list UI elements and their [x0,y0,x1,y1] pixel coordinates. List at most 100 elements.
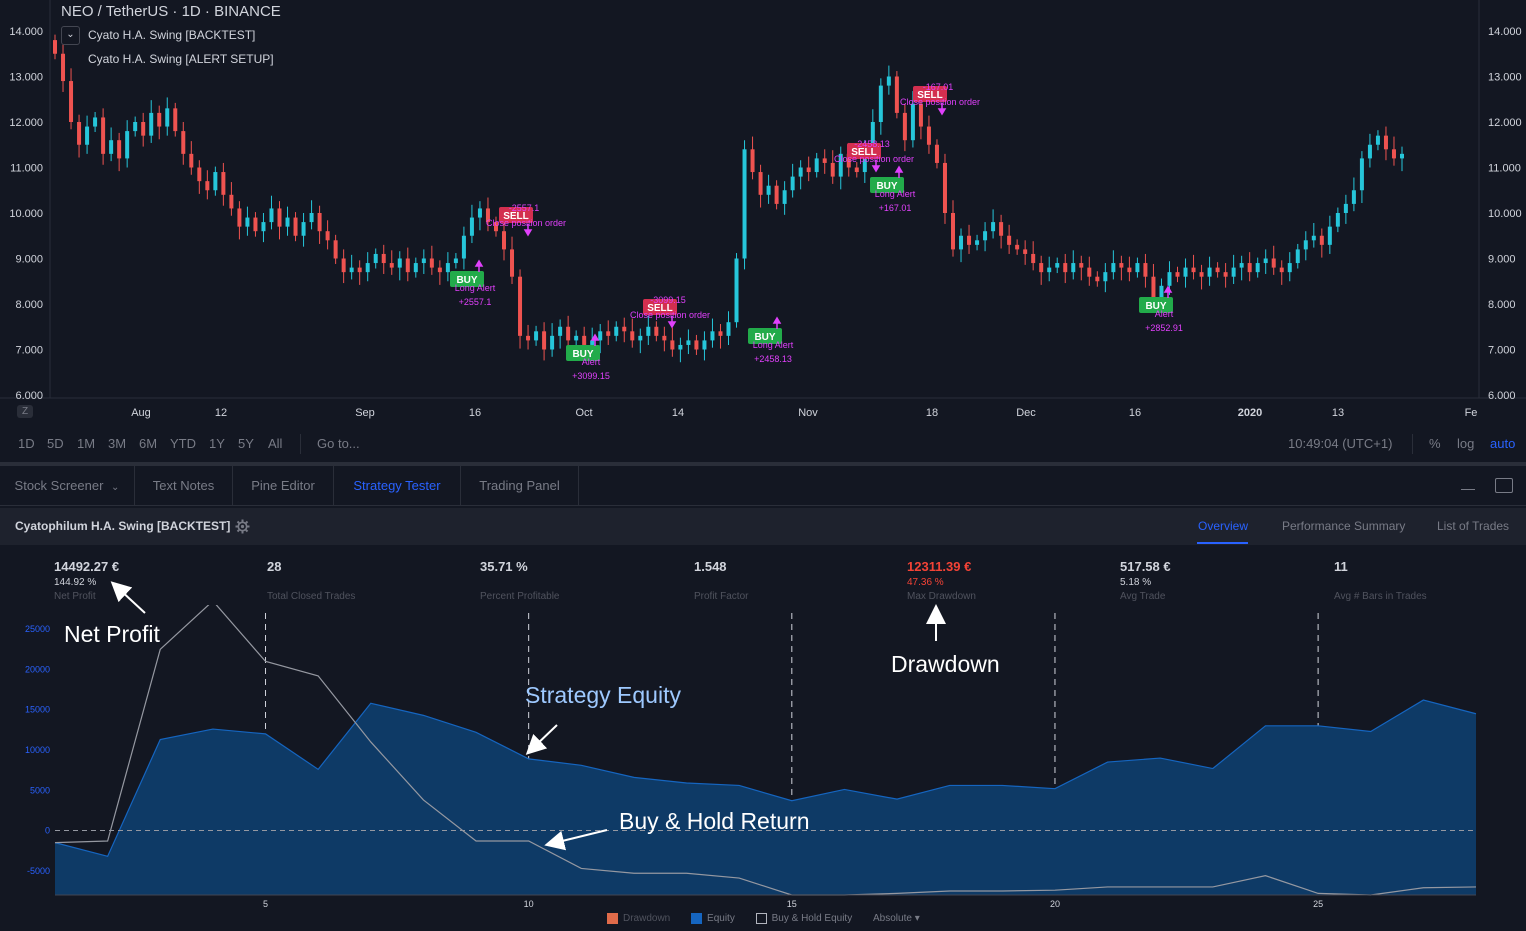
zoom-toggle-button[interactable]: Z [17,405,33,418]
y-tick-label-left: 6.000 [15,390,43,402]
x-tick-label: 18 [926,407,938,419]
stat-percent [1334,577,1427,591]
candle-body [942,162,947,213]
buy-signal: BUYLong Alert+167.01 [870,165,916,213]
chevron-down-icon[interactable]: ⌄ [61,26,80,46]
divider [1412,434,1413,454]
signal-note: Close position order [630,310,710,320]
range-5d[interactable]: 5D [47,436,64,451]
candle-body [357,267,362,273]
candle-body [967,235,972,245]
candle-body [1287,263,1292,273]
signal-value: +2458.13 [754,354,792,364]
candle-body [269,208,274,223]
equity-x-tick-label: 15 [787,899,797,909]
legend-absolute-dropdown[interactable]: Absolute ▾ [873,913,920,924]
gear-icon[interactable] [235,519,250,534]
tab-strategy-tester[interactable]: Strategy Tester [334,466,461,506]
candle-body [894,76,899,113]
legend-drawdown[interactable]: Drawdown [607,913,670,924]
candle-body [77,122,82,145]
legend-label: Equity [707,913,735,925]
active-tab-indicator [1197,542,1248,544]
legend-equity[interactable]: Equity [691,913,735,924]
stat-percent [267,577,355,591]
percent-scale-toggle[interactable]: % [1429,436,1441,451]
range-ytd[interactable]: YTD [170,436,196,451]
goto-date-button[interactable]: Go to... [317,436,360,451]
tab-pine-editor[interactable]: Pine Editor [233,466,334,506]
candle-body [149,112,154,136]
indicator-legend-alert[interactable]: Cyato H.A. Swing [ALERT SETUP] [88,49,274,69]
equity-x-tick-label: 10 [524,899,534,909]
clock-timezone[interactable]: 10:49:04 (UTC+1) [1288,436,1392,451]
candle-body [1263,258,1268,264]
candle-body [999,222,1004,236]
date-range-toolbar: 1D 5D 1M 3M 6M YTD 1Y 5Y All Go to... 10… [0,426,1526,462]
signal-arrow-icon [474,259,484,272]
minimize-icon[interactable] [1461,489,1475,490]
legend-swatch [607,913,618,924]
candle-body [1383,135,1388,150]
candle-body [1183,267,1188,277]
equity-x-tick-label: 5 [263,899,268,909]
candle-body [453,258,458,264]
candle-body [918,103,923,127]
range-all[interactable]: All [268,436,282,451]
signal-note: Long Alert [875,189,916,199]
candle-body [926,126,931,145]
maximize-icon[interactable] [1495,478,1513,493]
tab-list-of-trades[interactable]: List of Trades [1437,519,1509,533]
indicator-legend-backtest[interactable]: ⌄ Cyato H.A. Swing [BACKTEST] [61,25,255,46]
candle-body [1400,153,1404,159]
tab-overview[interactable]: Overview [1198,519,1248,533]
range-1d[interactable]: 1D [18,436,35,451]
y-tick-label-right: 7.000 [1488,345,1516,357]
candle-body [902,112,907,141]
log-scale-toggle[interactable]: log [1457,436,1474,451]
candle-body [1047,267,1052,273]
signal-note: Alert [582,357,601,367]
range-5y[interactable]: 5Y [238,436,254,451]
indicator-label: Cyato H.A. Swing [ALERT SETUP] [88,52,274,66]
candle-body [229,194,234,209]
stat-percent [694,577,748,591]
price-chart-pane[interactable]: 14.000 14.000 13.000 13.000 12.000 12.000 11.0… [0,0,1526,425]
legend-buy-hold-equity[interactable]: Buy & Hold Equity [755,913,852,924]
range-1m[interactable]: 1M [77,436,95,451]
candle-body [774,185,779,204]
range-6m[interactable]: 6M [139,436,157,451]
chevron-down-icon[interactable]: ⌄ [111,482,119,493]
tab-performance-summary[interactable]: Performance Summary [1282,519,1405,533]
range-1y[interactable]: 1Y [209,436,225,451]
equity-legend: Drawdown Equity Buy & Hold Equity Absolu… [607,913,938,924]
candle-body [93,117,98,127]
candle-body [622,326,627,332]
tab-trading-panel[interactable]: Trading Panel [461,466,579,506]
signal-note: Long Alert [455,283,496,293]
tab-text-notes[interactable]: Text Notes [135,466,233,506]
sell-signal: SELLClose position order-2557.1 [486,203,566,237]
equity-chart[interactable]: 25000 20000 15000 10000 5000 0 -5000 5 10 15 20 25 [0,605,1526,910]
candle-body [582,335,587,345]
stat-value: 35.71 % [480,559,528,574]
candle-body [750,149,755,173]
y-tick-label-left: 14.000 [9,26,43,38]
tab-stock-screener[interactable]: Stock Screener ⌄ [0,466,135,506]
stat-value: 11 [1334,559,1348,574]
auto-scale-toggle[interactable]: auto [1490,436,1515,451]
y-tick-label-right: 14.000 [1488,26,1522,38]
candle-body [1239,263,1244,268]
legend-label: Drawdown [623,913,671,925]
symbol-title[interactable]: NEO / TetherUS · 1D · BINANCE [61,3,281,20]
candle-body [477,208,482,218]
candle-body [710,331,715,341]
y-tick-label-left: 12.000 [9,117,43,129]
range-3m[interactable]: 3M [108,436,126,451]
candle-body [205,181,210,191]
strategy-name[interactable]: Cyatophilum H.A. Swing [BACKTEST] [15,519,230,533]
candle-body [1295,249,1300,264]
candle-body [333,240,338,259]
y-tick-label-left: 7.000 [15,345,43,357]
candle-body [910,103,915,141]
